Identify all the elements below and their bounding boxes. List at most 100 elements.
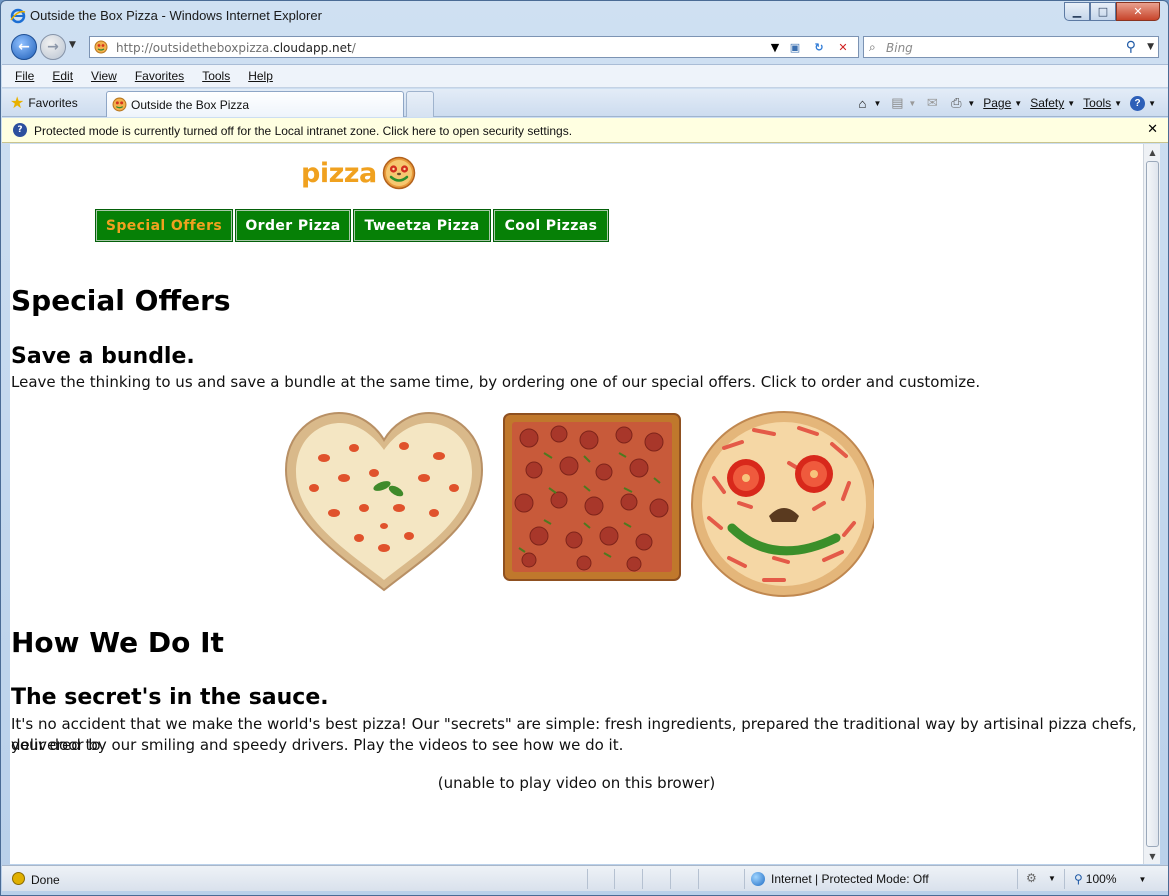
mail-icon: ✉ <box>926 95 938 110</box>
how-we-do-it-text-line2: your door by our smiling and speedy driv… <box>11 736 624 754</box>
add-ons-icon[interactable]: ⚙ <box>1026 871 1037 885</box>
minimize-button[interactable]: ▁ <box>1064 2 1090 21</box>
add-ons-dropdown-icon[interactable]: ▼ <box>1048 874 1056 883</box>
page-menu-label: Page <box>983 96 1012 110</box>
vertical-scrollbar[interactable]: ▲ ▼ <box>1143 144 1160 864</box>
site-logo[interactable]: pizza <box>301 156 416 190</box>
navigation-row: ← → ▼ http://outsidetheboxpizza.cloudapp… <box>1 31 1168 63</box>
read-mail-button[interactable]: ✉ <box>924 95 940 111</box>
menu-file[interactable]: File <box>12 69 37 83</box>
protected-mode-infobar[interactable]: ? Protected mode is currently turned off… <box>2 118 1168 143</box>
menu-view-label: View <box>91 69 117 83</box>
how-we-do-it-heading: How We Do It <box>11 626 224 659</box>
address-dropdown-icon[interactable]: ▼ <box>766 39 784 55</box>
menu-view[interactable]: View <box>88 69 120 83</box>
menu-edit[interactable]: Edit <box>49 69 76 83</box>
ie-logo-icon <box>10 8 26 24</box>
search-box[interactable]: ⌕ Bing ⚲ ▼ <box>863 36 1159 58</box>
url-host: cloudapp.net <box>273 41 352 55</box>
favorites-bar: ★ Favorites Outside the Box Pizza ⌂ ▼ ▤ ▼ … <box>2 89 1168 117</box>
back-button[interactable]: ← <box>11 34 37 60</box>
search-placeholder: Bing <box>886 41 913 55</box>
help-dropdown-icon: ▼ <box>1148 98 1156 108</box>
printer-icon: ⎙ <box>951 95 962 110</box>
window-controls: ▁ □ ✕ <box>1064 2 1160 22</box>
infobar-close-button[interactable]: ✕ <box>1147 122 1158 137</box>
status-divider <box>1017 869 1018 889</box>
safety-menu-label: Safety <box>1030 96 1065 110</box>
menu-file-label: File <box>15 69 35 83</box>
scrollbar-thumb[interactable] <box>1146 161 1159 847</box>
smiley-pizza-image[interactable] <box>691 411 874 597</box>
scroll-up-icon[interactable]: ▲ <box>1144 144 1161 160</box>
bing-search-icon: ⌕ <box>869 40 876 54</box>
nav-order-pizza[interactable]: Order Pizza <box>235 209 351 242</box>
search-options-icon[interactable]: ▼ <box>1147 42 1154 52</box>
tab-favicon-icon <box>112 97 127 112</box>
help-icon: ? <box>1130 95 1146 111</box>
menu-tools[interactable]: Tools <box>199 69 233 83</box>
address-bar[interactable]: http://outsidetheboxpizza.cloudapp.net/ … <box>89 36 859 58</box>
home-dropdown-icon: ▼ <box>873 98 882 108</box>
tools-menu-label: Tools <box>1083 96 1112 110</box>
zoom-level: 100% <box>1085 872 1117 886</box>
tools-menu[interactable]: Tools ▼ <box>1083 96 1122 110</box>
scroll-down-icon[interactable]: ▼ <box>1144 848 1161 864</box>
print-button[interactable]: ⎙ ▼ <box>948 95 975 111</box>
compatibility-view-icon[interactable]: ▣ <box>786 39 804 55</box>
stop-icon[interactable]: ✕ <box>834 39 852 55</box>
nav-cool-pizzas[interactable]: Cool Pizzas <box>493 209 609 242</box>
nav-special-offers[interactable]: Special Offers <box>95 209 233 242</box>
page-menu[interactable]: Page ▼ <box>983 96 1022 110</box>
menu-edit-label: Edit <box>52 69 74 83</box>
feeds-dropdown-icon: ▼ <box>908 98 917 108</box>
menu-help[interactable]: Help <box>245 69 276 83</box>
feeds-button[interactable]: ▤ ▼ <box>889 95 916 111</box>
status-divider <box>698 869 699 889</box>
print-dropdown-icon: ▼ <box>967 98 976 108</box>
history-dropdown-icon[interactable]: ▼ <box>69 40 76 50</box>
menu-favorites-label: Favorites <box>134 69 185 83</box>
favorites-button[interactable]: ★ Favorites <box>10 93 78 113</box>
menu-tools-label: Tools <box>202 69 231 83</box>
close-button[interactable]: ✕ <box>1116 2 1160 21</box>
favorites-star-icon: ★ <box>10 95 25 112</box>
tab-label: Outside the Box Pizza <box>131 98 250 112</box>
status-shield-icon <box>12 872 25 885</box>
favorites-label: Favorites <box>28 96 78 110</box>
zoom-icon: ⚲ <box>1074 872 1083 886</box>
maximize-button[interactable]: □ <box>1090 2 1116 21</box>
home-icon: ⌂ <box>858 95 867 111</box>
status-divider <box>744 869 745 889</box>
nav-tweetza-pizza[interactable]: Tweetza Pizza <box>353 209 491 242</box>
new-tab-button[interactable] <box>406 91 434 117</box>
forward-button[interactable]: → <box>40 34 66 60</box>
tab-outside-the-box-pizza[interactable]: Outside the Box Pizza <box>106 91 404 117</box>
status-divider <box>614 869 615 889</box>
status-bar: Done Internet | Protected Mode: Off ⚙ ▼ … <box>2 865 1168 891</box>
status-divider <box>670 869 671 889</box>
infobar-text[interactable]: Protected mode is currently turned off f… <box>34 124 572 138</box>
help-button[interactable]: ? ▼ <box>1130 95 1156 111</box>
logo-text: pizza <box>301 157 377 189</box>
address-url[interactable]: http://outsidetheboxpizza.cloudapp.net/ <box>116 41 356 55</box>
url-suffix: / <box>351 41 356 55</box>
site-favicon-icon <box>94 40 108 54</box>
search-icon[interactable]: ⚲ <box>1126 39 1136 55</box>
zoom-dropdown-icon: ▼ <box>1138 874 1147 884</box>
main-nav: Special Offers Order Pizza Tweetza Pizza… <box>95 209 612 242</box>
square-pizza-image[interactable] <box>503 413 681 581</box>
home-button[interactable]: ⌂ ▼ <box>854 95 882 111</box>
window-title: Outside the Box Pizza - Windows Internet… <box>30 8 322 23</box>
smiley-pizza-icon <box>382 156 415 190</box>
menu-favorites[interactable]: Favorites <box>132 69 187 83</box>
status-text: Done <box>31 873 60 887</box>
refresh-icon[interactable]: ↻ <box>810 39 828 55</box>
page-viewport: pizza Special Offers Order Pizza Tweetza… <box>10 144 1143 864</box>
safety-menu[interactable]: Safety ▼ <box>1030 96 1075 110</box>
security-zone[interactable]: Internet | Protected Mode: Off <box>751 872 929 886</box>
menu-help-label: Help <box>248 69 273 83</box>
zoom-control[interactable]: ⚲ 100% ▼ <box>1074 872 1146 886</box>
heart-pizza-image[interactable] <box>284 411 484 592</box>
status-divider <box>1064 869 1065 889</box>
